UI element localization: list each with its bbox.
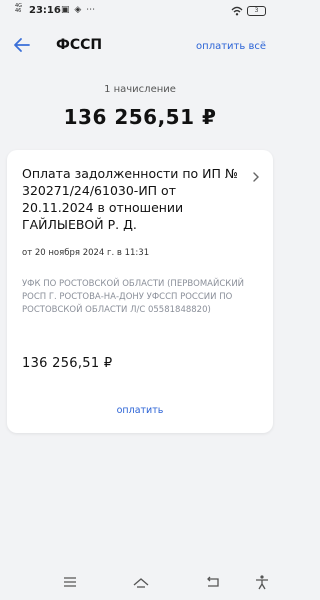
charge-amount: 136 256,51 ₽ [22, 356, 113, 371]
signal-indicator: 4G 46 [15, 3, 23, 14]
back-icon[interactable] [203, 574, 223, 590]
notification-icons: ▣ ◈ ⋯ [61, 5, 97, 15]
arrow-left-icon[interactable] [12, 36, 32, 54]
status-right: 3 [231, 5, 266, 17]
status-bar: 4G 46 23:16 ▣ ◈ ⋯ 3 [0, 0, 280, 22]
wifi-icon [231, 6, 243, 16]
system-nav-bar [0, 562, 280, 600]
charges-count: 1 начисление [104, 84, 176, 95]
accessibility-icon[interactable] [252, 574, 272, 590]
pay-all-button[interactable]: оплатить всё [196, 41, 266, 52]
chevron-right-icon [253, 172, 259, 182]
pay-button[interactable]: оплатить [7, 405, 273, 416]
clock: 23:16 [29, 5, 61, 16]
app-header: ФССП оплатить всё [0, 28, 280, 62]
charge-datetime: от 20 ноября 2024 г. в 11:31 [22, 248, 150, 258]
charge-recipient: УФК ПО РОСТОВСКОЙ ОБЛАСТИ (ПЕРВОМАЙСКИЙ … [22, 279, 245, 315]
menu-icon[interactable] [60, 574, 80, 590]
charge-title: Оплата задолженности по ИП № 320271/24/6… [22, 166, 238, 232]
battery-icon: 3 [247, 6, 266, 16]
total-amount: 136 256,51 ₽ [63, 105, 217, 129]
home-icon[interactable] [131, 574, 151, 590]
charge-card[interactable]: Оплата задолженности по ИП № 320271/24/6… [7, 150, 273, 433]
page-title: ФССП [56, 37, 103, 53]
